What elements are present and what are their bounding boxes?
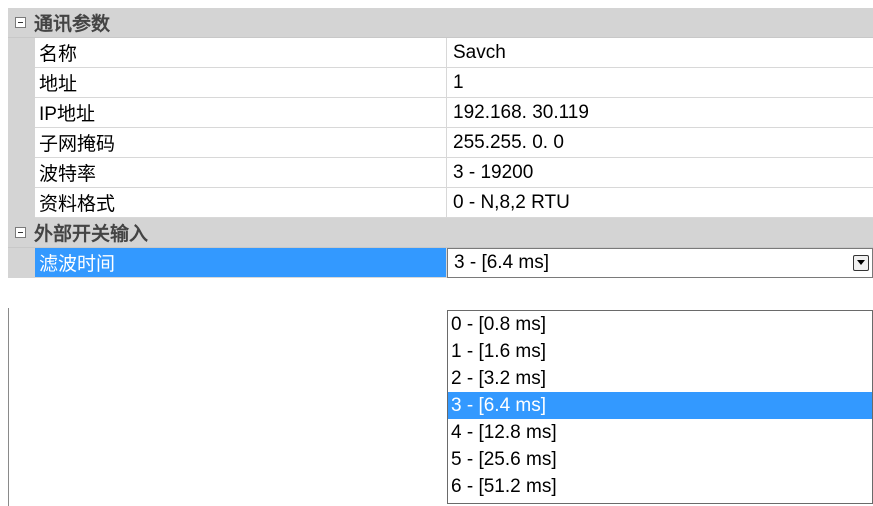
property-row-address[interactable]: 地址 1	[8, 68, 873, 98]
property-name[interactable]: 地址	[35, 68, 447, 98]
property-name[interactable]: IP地址	[35, 98, 447, 128]
chevron-down-icon[interactable]	[853, 255, 869, 271]
row-gutter	[8, 248, 35, 278]
collapse-icon[interactable]	[15, 227, 26, 238]
dropdown-option[interactable]: 0 - [0.8 ms]	[448, 311, 872, 338]
dropdown-option[interactable]: 6 - [51.2 ms]	[448, 473, 872, 500]
property-value[interactable]: 255.255. 0. 0	[447, 128, 873, 158]
collapse-icon[interactable]	[15, 17, 26, 28]
property-row-ip-address[interactable]: IP地址 192.168. 30.119	[8, 98, 873, 128]
property-name[interactable]: 波特率	[35, 158, 447, 188]
property-value[interactable]: 0 - N,8,2 RTU	[447, 188, 873, 218]
property-row-filter-time[interactable]: 滤波时间 3 - [6.4 ms]	[8, 248, 873, 278]
property-row-name[interactable]: 名称 Savch	[8, 38, 873, 68]
dropdown-option-selected[interactable]: 3 - [6.4 ms]	[448, 392, 872, 419]
property-value-combobox[interactable]: 3 - [6.4 ms]	[447, 248, 873, 278]
row-gutter	[8, 68, 35, 98]
row-gutter	[8, 188, 35, 218]
dropdown-option[interactable]: 4 - [12.8 ms]	[448, 419, 872, 446]
property-value[interactable]: 192.168. 30.119	[447, 98, 873, 128]
property-value[interactable]: 1	[447, 68, 873, 98]
property-name[interactable]: 资料格式	[35, 188, 447, 218]
property-name[interactable]: 滤波时间	[35, 248, 447, 278]
dropdown-option[interactable]: 5 - [25.6 ms]	[448, 446, 872, 473]
row-gutter	[8, 38, 35, 68]
property-row-data-format[interactable]: 资料格式 0 - N,8,2 RTU	[8, 188, 873, 218]
combobox-value: 3 - [6.4 ms]	[454, 252, 550, 273]
category-row-comm-params[interactable]: 通讯参数	[8, 8, 873, 38]
category-label: 外部开关输入	[34, 224, 149, 245]
dropdown-option[interactable]: 2 - [3.2 ms]	[448, 365, 872, 392]
row-gutter	[8, 128, 35, 158]
dropdown-list[interactable]: 0 - [0.8 ms] 1 - [1.6 ms] 2 - [3.2 ms] 3…	[447, 310, 873, 504]
row-gutter	[8, 158, 35, 188]
property-name[interactable]: 子网掩码	[35, 128, 447, 158]
row-gutter	[8, 98, 35, 128]
property-value[interactable]: 3 - 19200	[447, 158, 873, 188]
category-label: 通讯参数	[34, 14, 111, 35]
dropdown-option[interactable]: 1 - [1.6 ms]	[448, 338, 872, 365]
property-row-subnet-mask[interactable]: 子网掩码 255.255. 0. 0	[8, 128, 873, 158]
property-row-baud-rate[interactable]: 波特率 3 - 19200	[8, 158, 873, 188]
property-value[interactable]: Savch	[447, 38, 873, 68]
property-name[interactable]: 名称	[35, 38, 447, 68]
property-grid: 通讯参数 名称 Savch 地址 1 IP地址 192.168. 30.119 …	[8, 8, 873, 278]
category-row-external-switch-input[interactable]: 外部开关输入	[8, 218, 873, 248]
grid-left-border	[8, 308, 9, 506]
